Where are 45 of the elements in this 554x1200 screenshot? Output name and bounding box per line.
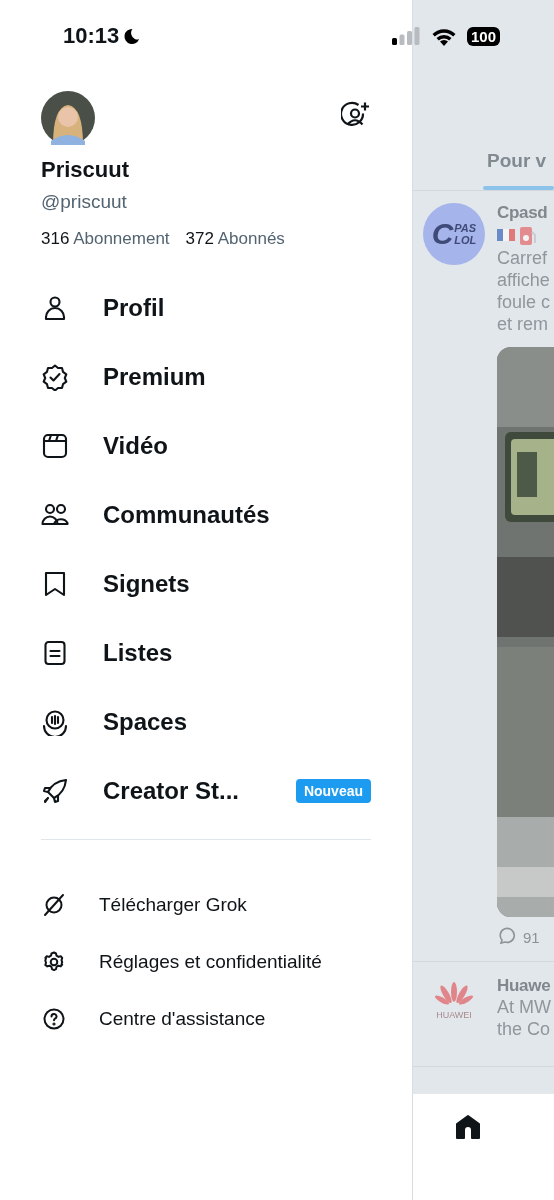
- flower-logo-icon: [434, 982, 474, 1008]
- post-text: the Co: [497, 1018, 552, 1040]
- clapperboard-icon: [41, 431, 69, 460]
- post-text: At MW: [497, 996, 552, 1018]
- menu-item[interactable]: Profil: [103, 293, 165, 322]
- post-text: Carref: [497, 247, 548, 269]
- clock-time: 10:13: [63, 23, 120, 49]
- battery-level: 100: [467, 26, 501, 46]
- menu-item[interactable]: Premium: [103, 362, 206, 391]
- reply-count: 91: [523, 928, 540, 946]
- post-text: foule c: [497, 291, 552, 313]
- avatar[interactable]: [41, 91, 95, 145]
- help-icon: [42, 1006, 66, 1031]
- post-text: affiche: [497, 269, 551, 291]
- wifi-icon: [431, 26, 457, 46]
- settings-icon: [42, 949, 66, 974]
- profile-name: Priscuut: [41, 157, 131, 183]
- menu-item[interactable]: Vidéo: [103, 431, 168, 460]
- menu-item[interactable]: Communautés: [103, 500, 270, 529]
- following-link[interactable]: 316 Abonnement: [41, 229, 170, 249]
- post-text: et rem: [497, 313, 549, 335]
- slashed-circle-icon: [42, 892, 66, 917]
- rocket-icon: [41, 776, 69, 805]
- new-badge: Nouveau: [295, 778, 371, 803]
- avatar-text: PAS LOL: [454, 221, 477, 247]
- post-author: Cpasd: [497, 203, 549, 223]
- fuel-pump-icon: [519, 224, 537, 246]
- menu-item[interactable]: Réglages et confidentialité: [99, 950, 322, 973]
- followers-link[interactable]: 372 Abonnés: [185, 229, 285, 249]
- menu-item[interactable]: Télécharger Grok: [99, 893, 247, 916]
- post-author: Huawe: [497, 976, 552, 996]
- menu-item[interactable]: Signets: [103, 569, 190, 598]
- flag-icon: [497, 229, 515, 241]
- menu-item[interactable]: Centre d'assistance: [99, 1007, 266, 1030]
- moon-icon: [122, 26, 142, 46]
- logo-text: HUAWEI: [436, 1010, 472, 1020]
- home-icon[interactable]: [455, 1114, 481, 1140]
- menu-item[interactable]: Listes: [103, 638, 173, 667]
- menu-item[interactable]: Spaces: [103, 707, 188, 736]
- menu-item[interactable]: Creator St...: [103, 776, 240, 805]
- verified-badge-icon: [41, 362, 69, 391]
- profile-handle: @priscuut: [41, 191, 128, 213]
- signal-icon: [392, 27, 420, 45]
- list-icon: [41, 638, 69, 667]
- avatar-letter: C: [431, 217, 454, 251]
